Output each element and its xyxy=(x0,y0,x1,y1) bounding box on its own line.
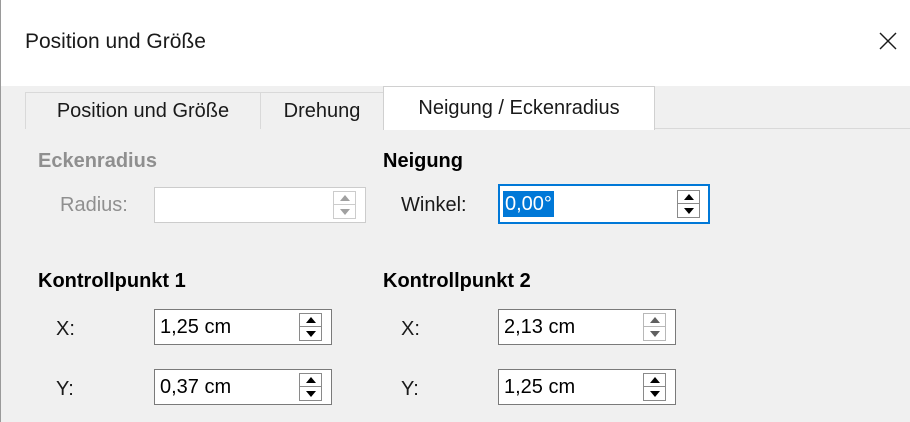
title-bar: Position und Größe xyxy=(1,0,910,86)
kp1-y-spin-buttons[interactable] xyxy=(299,373,322,401)
chevron-up-icon[interactable] xyxy=(644,314,665,327)
kp1-x-label: X: xyxy=(56,318,75,340)
chevron-down-icon[interactable] xyxy=(644,387,665,400)
kp2-x-stepper[interactable]: 2,13 cm xyxy=(498,309,676,345)
kp1-x-value[interactable]: 1,25 cm xyxy=(160,314,231,340)
kp2-y-spin-buttons[interactable] xyxy=(643,373,666,401)
chevron-up-icon[interactable] xyxy=(644,374,665,387)
chevron-up-icon[interactable] xyxy=(300,374,321,387)
kontrollpunkt1-heading: Kontrollpunkt 1 xyxy=(38,270,186,292)
dialog-body: Position und Größe Drehung Neigung / Eck… xyxy=(1,86,910,422)
chevron-down-icon[interactable] xyxy=(678,204,699,217)
chevron-up-icon[interactable] xyxy=(334,192,355,205)
kp2-x-label: X: xyxy=(401,318,420,340)
radius-label: Radius: xyxy=(60,194,128,216)
kontrollpunkt2-heading: Kontrollpunkt 2 xyxy=(383,270,531,292)
winkel-spin-buttons[interactable] xyxy=(677,190,700,218)
tab-drehung[interactable]: Drehung xyxy=(260,92,384,129)
winkel-stepper[interactable]: 0,00° xyxy=(498,184,710,224)
dialog-window: Position und Größe Position und Größe Dr… xyxy=(0,0,910,422)
tab-neigung-eckenradius[interactable]: Neigung / Eckenradius xyxy=(383,86,655,130)
chevron-down-icon[interactable] xyxy=(334,205,355,218)
kp2-x-spin-buttons[interactable] xyxy=(643,313,666,341)
radius-stepper[interactable] xyxy=(154,187,366,223)
neigung-heading: Neigung xyxy=(383,150,463,172)
close-icon xyxy=(879,32,897,50)
chevron-up-icon[interactable] xyxy=(300,314,321,327)
chevron-up-icon[interactable] xyxy=(678,191,699,204)
kp1-x-stepper[interactable]: 1,25 cm xyxy=(154,309,332,345)
dialog-title: Position und Größe xyxy=(25,30,206,53)
tab-strip: Position und Größe Drehung Neigung / Eck… xyxy=(25,86,910,130)
tab-position-und-groesse[interactable]: Position und Größe xyxy=(25,92,261,129)
kp1-y-label: Y: xyxy=(56,378,74,400)
kp2-y-stepper[interactable]: 1,25 cm xyxy=(498,369,676,405)
eckenradius-heading: Eckenradius xyxy=(38,150,157,172)
kp2-y-label: Y: xyxy=(401,378,419,400)
chevron-down-icon[interactable] xyxy=(300,327,321,340)
kp1-y-value[interactable]: 0,37 cm xyxy=(160,374,231,400)
kp1-x-spin-buttons[interactable] xyxy=(299,313,322,341)
kp2-x-value[interactable]: 2,13 cm xyxy=(504,314,575,340)
chevron-down-icon[interactable] xyxy=(300,387,321,400)
kp1-y-stepper[interactable]: 0,37 cm xyxy=(154,369,332,405)
winkel-label: Winkel: xyxy=(401,194,467,216)
radius-spin-buttons[interactable] xyxy=(333,191,356,219)
kp2-y-value[interactable]: 1,25 cm xyxy=(504,374,575,400)
winkel-value[interactable]: 0,00° xyxy=(503,191,554,217)
close-button[interactable] xyxy=(865,18,910,64)
chevron-down-icon[interactable] xyxy=(644,327,665,340)
